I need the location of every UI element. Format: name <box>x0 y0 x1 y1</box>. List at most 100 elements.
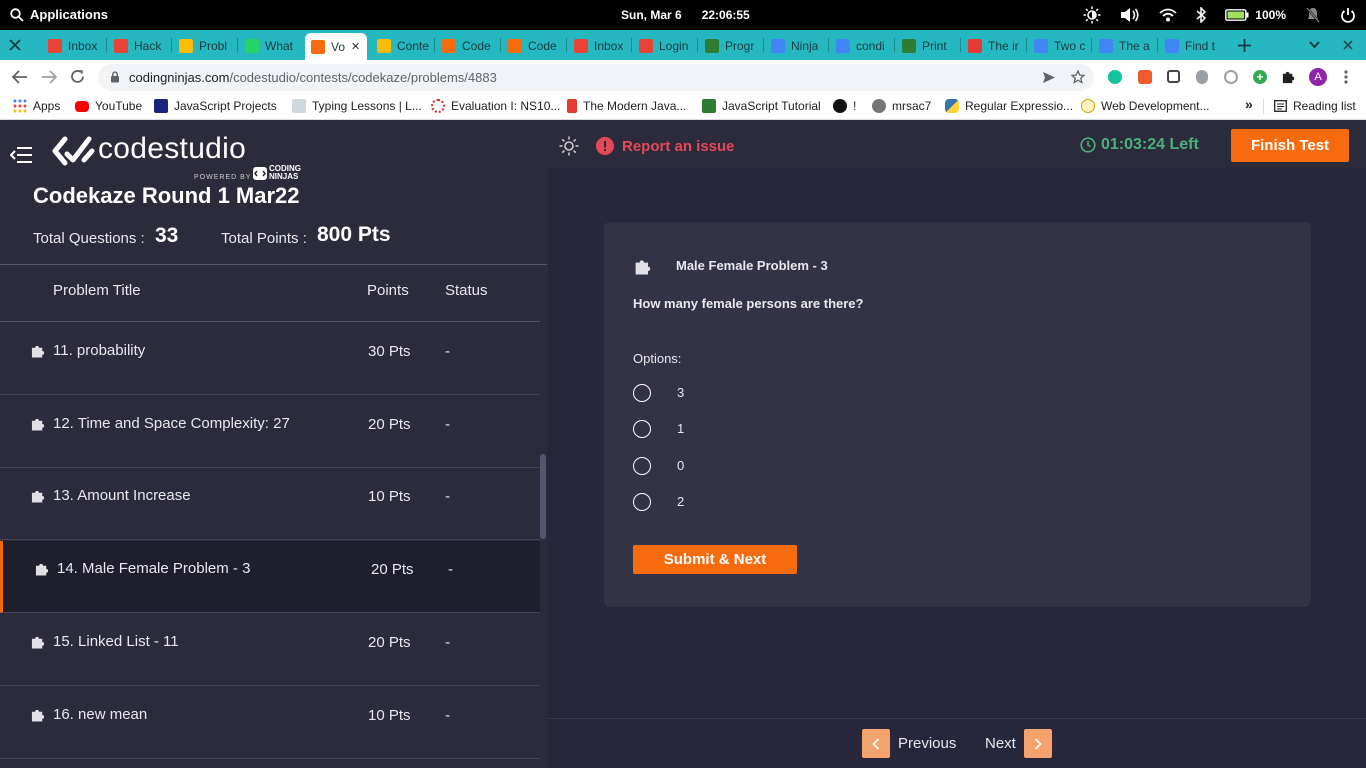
browser-tab[interactable]: Code <box>442 38 494 54</box>
option-label: 2 <box>677 494 685 509</box>
send-tab-icon[interactable] <box>1042 71 1056 84</box>
bookmark-typing-lessons[interactable]: Typing Lessons | L... <box>292 99 422 113</box>
timer-text: 01:03:24 Left <box>1101 136 1199 153</box>
codestudio-logo-mark-icon <box>52 136 95 166</box>
github-icon <box>872 99 886 113</box>
browser-tab[interactable]: Code <box>508 38 560 54</box>
night-light-icon[interactable] <box>1083 6 1101 24</box>
bookmark-web-development[interactable]: Web Development... <box>1081 99 1210 113</box>
option-radio[interactable] <box>633 493 651 511</box>
finish-test-button[interactable]: Finish Test <box>1231 129 1349 162</box>
extension-icon-link[interactable] <box>1167 70 1180 83</box>
option-3[interactable]: 0 <box>633 457 684 475</box>
problem-title: 16. new mean <box>53 705 148 723</box>
cn-line2: NINJAS <box>269 172 299 181</box>
youtube-icon <box>75 100 89 112</box>
browser-tab[interactable]: Inbox <box>574 38 626 54</box>
power-icon[interactable] <box>1340 7 1356 23</box>
report-issue-link[interactable]: Report an issue <box>596 137 735 155</box>
notifications-off-icon[interactable] <box>1305 7 1321 23</box>
tab-search-chevron-icon[interactable] <box>1309 41 1320 49</box>
browser-tab[interactable]: Login <box>639 38 691 54</box>
extensions-puzzle-icon[interactable] <box>1281 69 1296 84</box>
tab-separator <box>500 38 501 52</box>
next-button[interactable]: Next <box>985 729 1052 758</box>
bookmark-javascript-tutorial[interactable]: JavaScript Tutorial <box>702 99 821 113</box>
option-1[interactable]: 3 <box>633 384 684 402</box>
extension-icon-green-plus[interactable]: + <box>1253 70 1267 84</box>
browser-tab[interactable]: Conte <box>377 38 429 54</box>
extension-icon-react[interactable] <box>1224 70 1238 84</box>
bookmark-modern-java[interactable]: The Modern Java... <box>567 99 686 113</box>
option-2[interactable]: 1 <box>633 420 684 438</box>
browser-tab[interactable]: Inbox <box>48 38 100 54</box>
wifi-icon[interactable] <box>1159 8 1177 22</box>
problem-row[interactable]: 12. Time and Space Complexity: 27 20 Pts - <box>0 396 540 468</box>
more-menu-icon[interactable] <box>1344 70 1348 84</box>
problem-row[interactable]: 15. Linked List - 11 20 Pts - <box>0 614 540 686</box>
tab-label: Conte <box>397 39 429 53</box>
browser-tab[interactable]: Hack <box>114 38 166 54</box>
tab-separator <box>434 38 435 52</box>
close-tab-icon[interactable]: ✕ <box>351 40 360 53</box>
bookmark-star-icon[interactable] <box>1071 70 1085 84</box>
bookmark-apps[interactable]: Apps <box>13 99 60 113</box>
browser-tab[interactable]: The a <box>1099 38 1151 54</box>
browser-tab[interactable]: Find t <box>1165 38 1217 54</box>
problem-status: - <box>445 706 450 724</box>
more-bookmarks-chevron[interactable]: » <box>1245 96 1253 112</box>
profile-avatar[interactable]: A <box>1309 68 1327 86</box>
puzzle-piece-icon <box>31 416 46 436</box>
problem-row[interactable]: 16. new mean 10 Pts - <box>0 687 540 759</box>
bookmark-github[interactable]: ! <box>833 99 856 113</box>
codestudio-logo[interactable]: codestudio POWERED BY CODING NINJAS <box>52 132 312 182</box>
problem-points: 30 Pts <box>368 343 411 360</box>
grammarly-extension-icon[interactable] <box>1108 70 1122 84</box>
theme-toggle-sun-icon[interactable] <box>559 136 579 156</box>
browser-tab[interactable]: Vo ✕ <box>305 33 367 60</box>
close-window-icon[interactable] <box>9 39 21 51</box>
new-tab-icon[interactable] <box>1238 39 1251 52</box>
bookmark-regular-expressions[interactable]: Regular Expressio... <box>945 99 1073 113</box>
extension-icon-orange[interactable] <box>1138 70 1152 84</box>
scrollbar-thumb[interactable] <box>540 454 546 539</box>
browser-tab[interactable]: condi <box>836 38 888 54</box>
option-radio[interactable] <box>633 384 651 402</box>
bookmark-javascript-projects[interactable]: JavaScript Projects <box>154 99 277 113</box>
header-problem-title: Problem Title <box>53 282 141 299</box>
browser-tab[interactable]: Probl <box>179 38 231 54</box>
browser-tab[interactable]: Two c <box>1034 38 1086 54</box>
back-arrow-icon[interactable] <box>12 70 28 84</box>
bluetooth-icon[interactable] <box>1196 7 1207 23</box>
clock[interactable]: Sun, Mar 6 22:06:55 <box>621 8 770 22</box>
bookmark-evaluation[interactable]: Evaluation I: NS10... <box>431 99 560 113</box>
previous-button[interactable]: Previous <box>862 729 956 758</box>
browser-tab[interactable]: Progr <box>705 38 757 54</box>
close-icon[interactable] <box>1343 40 1353 50</box>
tab-separator <box>763 38 764 52</box>
bookmark-youtube[interactable]: YouTube <box>75 99 142 113</box>
tab-favicon-icon <box>639 39 653 53</box>
forward-arrow-icon[interactable] <box>41 70 57 84</box>
extension-icon-bug[interactable] <box>1196 70 1208 84</box>
collapse-menu-icon[interactable] <box>10 147 33 163</box>
applications-menu[interactable]: Applications <box>10 7 108 22</box>
option-4[interactable]: 2 <box>633 493 684 511</box>
submit-next-button[interactable]: Submit & Next <box>633 545 797 574</box>
battery-indicator[interactable]: 100% <box>1225 8 1286 22</box>
bookmark-mrsac7[interactable]: mrsac7 <box>872 99 931 113</box>
volume-icon[interactable] <box>1120 7 1140 23</box>
tab-separator <box>171 38 172 52</box>
option-radio[interactable] <box>633 420 651 438</box>
browser-tab[interactable]: Print <box>902 38 954 54</box>
browser-tab[interactable]: The ir <box>968 38 1020 54</box>
option-radio[interactable] <box>633 457 651 475</box>
browser-tab[interactable]: Ninja <box>771 38 823 54</box>
reading-list[interactable]: Reading list <box>1274 99 1356 113</box>
browser-tab[interactable]: What <box>245 38 297 54</box>
problem-row[interactable]: 13. Amount Increase 10 Pts - <box>0 468 540 541</box>
lock-icon[interactable] <box>110 71 120 83</box>
problem-row[interactable]: 14. Male Female Problem - 3 20 Pts - <box>0 541 540 614</box>
reload-icon[interactable] <box>70 69 85 84</box>
problem-row[interactable]: 11. probability 30 Pts - <box>0 323 540 395</box>
